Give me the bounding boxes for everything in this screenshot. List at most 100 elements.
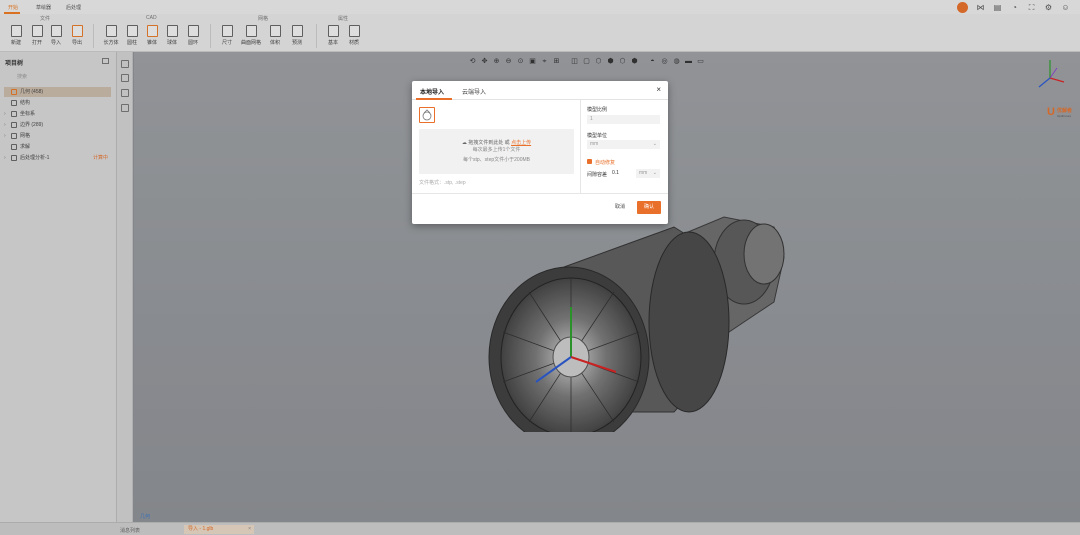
scale-input[interactable]: 1 — [587, 115, 660, 124]
chevron-right-icon[interactable]: › — [4, 120, 11, 130]
active-tab-indicator — [416, 98, 452, 100]
predict-button[interactable]: 预测 — [286, 25, 308, 46]
drop-size-text: 每个stp、step文件小于200MB — [463, 157, 530, 163]
tree-item-boundary[interactable]: › 边界 (289) — [4, 120, 111, 130]
view-back-icon[interactable]: ▢ — [582, 57, 591, 66]
tree-item-coordinates[interactable]: › 坐标系 — [4, 109, 111, 119]
tab-postprocess[interactable]: 后处理 — [66, 4, 81, 11]
active-file-tab[interactable]: 导入 - 1.glb × — [184, 525, 254, 534]
cuboid-button[interactable]: 长方体 — [100, 25, 122, 46]
unit-label: 模型单位 — [587, 133, 608, 139]
gear-icon[interactable]: ⚙ — [1044, 3, 1053, 12]
new-button[interactable]: 新建 — [5, 25, 27, 46]
boundary-icon — [11, 122, 17, 128]
tree-item-label: 后处理分析-1 — [20, 155, 50, 161]
grid-icon[interactable]: ⊞ — [552, 57, 561, 66]
chevron-right-icon[interactable]: › — [4, 109, 11, 119]
rotate-icon[interactable]: ⟲ — [468, 57, 477, 66]
zoom-box-icon[interactable]: ▣ — [528, 57, 537, 66]
view-iso-icon[interactable]: ⬢ — [630, 57, 639, 66]
view-top-icon[interactable]: ⬡ — [618, 57, 627, 66]
share-icon[interactable]: ⋈ — [976, 3, 985, 12]
tab-local-import[interactable]: 本地导入 — [420, 87, 444, 96]
unit-select[interactable]: mm ⌄ — [587, 140, 660, 149]
status-badge: 计算中 — [92, 155, 108, 161]
close-icon[interactable]: × — [656, 85, 661, 95]
edges-icon[interactable]: ◍ — [672, 57, 681, 66]
confirm-button[interactable]: 确认 — [637, 201, 661, 214]
cylinder-button[interactable]: 圆柱 — [121, 25, 143, 46]
tree-item-structure[interactable]: 结构 — [4, 98, 111, 108]
open-folder-icon — [31, 25, 43, 37]
pan-icon[interactable]: ✥ — [480, 57, 489, 66]
view-right-icon[interactable]: ⬢ — [606, 57, 615, 66]
dialog-tabs: 本地导入 云端导入 × — [412, 81, 668, 100]
cone-icon — [146, 25, 158, 37]
collapse-panel-icon[interactable] — [102, 58, 109, 64]
close-icon[interactable]: × — [248, 525, 251, 534]
document-icon[interactable]: ▤ — [993, 3, 1002, 12]
material-button[interactable]: 材质 — [343, 25, 365, 46]
select-icon[interactable]: ⌖ — [540, 57, 549, 66]
avatar[interactable] — [957, 1, 968, 13]
volume-button[interactable]: 体积 — [264, 25, 286, 46]
sphere-button[interactable]: 球体 — [161, 25, 183, 46]
tolerance-unit-value: mm — [639, 170, 648, 176]
basic-button[interactable]: 基本 — [322, 25, 344, 46]
fit-view-icon[interactable]: ⊙ — [516, 57, 525, 66]
structure-icon — [11, 100, 17, 106]
tree-item-solve[interactable]: 求解 — [4, 142, 111, 152]
zoom-out-icon[interactable]: ⊖ — [504, 57, 513, 66]
solve-icon — [11, 144, 17, 150]
torus-button[interactable]: 圆环 — [182, 25, 204, 46]
output-panel-label[interactable]: 消息列表 — [120, 527, 140, 534]
notification-bell-icon[interactable]: ◔ — [1010, 3, 1019, 12]
screenshot-icon[interactable]: ▭ — [696, 57, 705, 66]
file-drop-zone[interactable]: ☁ 拖拽文件到此处 或 点击上传 每次最多上传1个文件 每个stp、step文件… — [419, 129, 574, 174]
zoom-in-icon[interactable]: ⊕ — [492, 57, 501, 66]
list-icon[interactable] — [121, 74, 129, 82]
view-left-icon[interactable]: ⬡ — [594, 57, 603, 66]
tree-search-input[interactable]: 搜索 — [9, 72, 111, 82]
tree-item-postprocess-analysis[interactable]: › 后处理分析-1 计算中 — [4, 153, 111, 163]
auto-repair-label[interactable]: 自动修复 — [595, 159, 615, 166]
tree-item-mesh[interactable]: › 网格 — [4, 131, 111, 141]
fullscreen-icon[interactable]: ⛶ — [1027, 3, 1036, 12]
tolerance-unit-select[interactable]: mm ⌄ — [636, 169, 660, 178]
orientation-triad[interactable] — [1030, 54, 1070, 94]
tab-cloud-import[interactable]: 云端导入 — [462, 87, 486, 96]
side-tool-strip — [117, 52, 133, 522]
layers-icon[interactable] — [121, 60, 129, 68]
tree-item-label: 网格 — [20, 133, 31, 139]
import-dialog: 本地导入 云端导入 × ☁ 拖拽文件到此处 或 点击上传 每次最多上传1个文件 … — [412, 81, 668, 224]
main-tab-bar: 开始 草绘器 后处理 ⋈ ▤ ◔ ⛶ ⚙ ☺ — [0, 0, 1080, 14]
auto-repair-checkbox[interactable] — [587, 159, 592, 164]
shading-icon[interactable]: ◓ — [648, 57, 657, 66]
tolerance-input[interactable]: 0.1 — [610, 169, 632, 178]
import-button[interactable]: 导入 — [45, 25, 67, 46]
drop-limit-text: 每次最多上传1个文件 — [472, 147, 521, 153]
chevron-down-icon: ⌄ — [652, 141, 657, 147]
cone-button[interactable]: 锥体 — [141, 25, 163, 46]
tree-item-label: 边界 (289) — [20, 122, 44, 128]
tree-item-geometry[interactable]: 几何 (458) — [4, 87, 111, 97]
chevron-right-icon[interactable]: › — [4, 131, 11, 141]
surface-mesh-button[interactable]: 曲面网格 — [240, 25, 262, 46]
logo-icon: U — [1047, 106, 1055, 118]
wireframe-icon[interactable]: ◎ — [660, 57, 669, 66]
monitor-icon[interactable] — [121, 104, 129, 112]
display-mode-icon[interactable]: ▬ — [684, 57, 693, 66]
view-front-icon[interactable]: ◫ — [570, 57, 579, 66]
chevron-right-icon[interactable]: › — [4, 153, 11, 163]
basic-icon — [327, 25, 339, 37]
cancel-button[interactable]: 取消 — [608, 201, 632, 214]
tab-start[interactable]: 开始 — [8, 4, 18, 11]
table-icon[interactable] — [121, 89, 129, 97]
ribbon-separator — [316, 24, 317, 48]
upload-file-button[interactable] — [419, 107, 435, 123]
size-button[interactable]: 尺寸 — [216, 25, 238, 46]
export-button[interactable]: 导出 — [66, 25, 88, 46]
user-icon[interactable]: ☺ — [1061, 3, 1070, 12]
ribbon-group-property: 属性 — [338, 16, 349, 22]
tab-sketcher[interactable]: 草绘器 — [36, 4, 51, 11]
